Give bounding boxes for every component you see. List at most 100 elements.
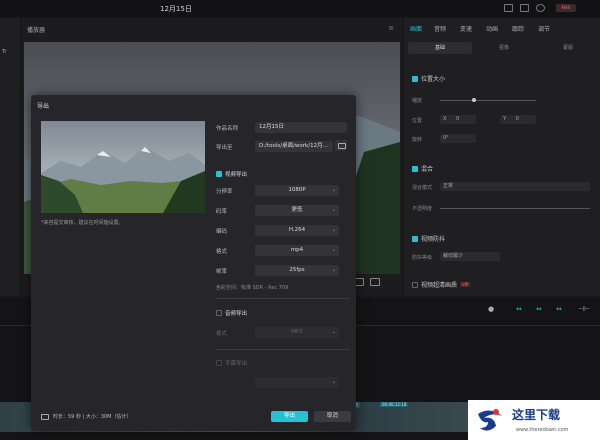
scale-slider-handle[interactable]	[472, 98, 476, 102]
stabilize-section[interactable]: 视频防抖	[412, 234, 445, 243]
format-value: mp4	[290, 247, 304, 253]
export-button[interactable]: 导出	[271, 411, 308, 422]
rotate-label: 旋转	[412, 137, 423, 143]
blend-mode-label: 混合模式	[412, 185, 433, 191]
tab-adjust[interactable]: 调节	[538, 24, 550, 33]
microphone-icon[interactable]: ●	[488, 305, 494, 313]
bitrate-select[interactable]: 更低 ⌄	[255, 205, 339, 216]
screen-icon[interactable]	[520, 4, 529, 12]
chevron-down-icon: ⌄	[331, 207, 336, 213]
ratio-icon[interactable]	[370, 278, 380, 286]
position-y-label: Y	[503, 116, 507, 122]
subtitle-export-label: 字幕导出	[225, 361, 248, 367]
tab-animation[interactable]: 动画	[486, 24, 498, 33]
export-dialog-title: 导出	[37, 103, 50, 110]
link-icon[interactable]: ⇔	[516, 305, 522, 313]
watermark-logo	[478, 409, 502, 431]
tab-audio[interactable]: 音频	[434, 24, 446, 33]
position-x-value: 0	[456, 116, 460, 122]
tab-picture[interactable]: 画面	[410, 24, 422, 33]
watermark-url: www.theredown.com	[516, 427, 569, 433]
subtitle-export-toggle[interactable]: 字幕导出	[216, 359, 247, 367]
subtab-mask[interactable]: 蒙版	[536, 42, 600, 54]
stabilize-checkbox[interactable]	[412, 235, 418, 242]
divider	[216, 298, 350, 299]
video-export-toggle[interactable]: 视频导出	[216, 170, 247, 178]
window-title: 12月15日	[160, 5, 192, 13]
export-footer: 时长：59 秒 | 大小：30M（估计）	[41, 413, 132, 420]
video-export-label: 视频导出	[225, 172, 248, 178]
opacity-label: 不透明度	[412, 206, 433, 212]
bitrate-value: 更低	[291, 207, 303, 213]
rotate-input[interactable]: 0°	[440, 134, 476, 143]
chevron-down-icon: ⌄	[331, 227, 336, 233]
export-thumbnail	[41, 121, 205, 213]
stabilize-level-select[interactable]: 裁切最少	[440, 252, 500, 261]
position-size-checkbox[interactable]	[412, 75, 418, 82]
codec-select[interactable]: H.264 ⌄	[255, 225, 339, 236]
video-export-checkbox[interactable]	[216, 171, 222, 177]
codec-value: H.264	[288, 227, 306, 233]
split-icon[interactable]: ⊣⊢	[578, 305, 590, 313]
player-title: 播放器	[27, 27, 46, 34]
watermark-name: 这里下载	[512, 408, 561, 422]
position-y-input[interactable]: Y 0	[500, 115, 536, 124]
stabilize-level-value: 裁切最少	[443, 253, 464, 259]
landscape-thumbnail	[41, 121, 205, 213]
settings-icon[interactable]	[536, 4, 545, 12]
format-label: 格式	[216, 249, 228, 255]
path-input[interactable]: D:/tools/桌面/work/12月...	[255, 141, 333, 152]
stabilize-label: 视频防抖	[421, 236, 446, 243]
properties-tabs: 画面 音频 变速 动画 跟踪 调节	[404, 22, 600, 34]
subtab-basic[interactable]: 基础	[408, 42, 472, 54]
menu-icon[interactable]: ≡	[388, 24, 394, 32]
name-input[interactable]: 12月15日	[255, 122, 347, 133]
folder-icon[interactable]	[335, 140, 347, 151]
cancel-button[interactable]: 取消	[314, 411, 351, 422]
resolution-select[interactable]: 1080P ⌄	[255, 185, 339, 196]
blend-mode-select[interactable]: 正常	[440, 182, 590, 191]
position-x-input[interactable]: X 0	[440, 115, 476, 124]
text-tool-icon[interactable]: Tr	[2, 49, 6, 55]
super-res-section[interactable]: 视频超清画质 VIP	[412, 280, 471, 289]
vip-tag: VIP	[460, 282, 471, 287]
scale-slider[interactable]	[440, 100, 536, 101]
blend-checkbox[interactable]	[412, 165, 418, 172]
title-bar: 12月15日 MAX	[0, 0, 600, 17]
resolution-label: 分辨率	[216, 189, 233, 195]
vip-badge[interactable]: MAX	[556, 4, 576, 12]
blend-section[interactable]: 混合	[412, 164, 433, 173]
position-label: 位置	[412, 118, 423, 124]
export-note: *来自提交审核，建议在时间轴设置。	[41, 220, 124, 226]
divider	[216, 349, 350, 350]
audio-export-label: 音频导出	[225, 311, 248, 317]
audio-export-toggle[interactable]: 音频导出	[216, 309, 247, 317]
bitrate-label: 码率	[216, 209, 228, 215]
audio-format-select[interactable]: MP3 ⌄	[255, 327, 339, 338]
chevron-down-icon: ⌄	[331, 379, 336, 385]
blend-label: 混合	[421, 166, 434, 173]
tab-speed[interactable]: 变速	[460, 24, 472, 33]
name-label: 作品名称	[216, 126, 239, 132]
opacity-slider[interactable]	[440, 208, 590, 209]
subtab-keying[interactable]: 抠像	[472, 42, 536, 54]
position-x-label: X	[443, 116, 447, 122]
audio-export-checkbox[interactable]	[216, 310, 222, 316]
format-select[interactable]: mp4 ⌄	[255, 245, 339, 256]
subtitle-export-checkbox[interactable]	[216, 360, 222, 366]
chevron-down-icon: ⌄	[331, 267, 336, 273]
position-size-section[interactable]: 位置大小	[412, 74, 445, 83]
blend-mode-value: 正常	[443, 183, 454, 189]
tab-tracking[interactable]: 跟踪	[512, 24, 524, 33]
super-res-checkbox[interactable]	[412, 281, 418, 288]
preview-axis-icon[interactable]: ⇔	[556, 305, 562, 313]
stabilize-level-label: 防抖等级	[412, 255, 433, 261]
snap-icon[interactable]: ⇔	[536, 305, 542, 313]
chevron-down-icon: ⌄	[331, 187, 336, 193]
subtitle-format-select[interactable]: ⌄	[255, 377, 339, 388]
layout-icon[interactable]	[504, 4, 513, 12]
super-res-label: 视频超清画质	[421, 282, 458, 289]
fps-select[interactable]: 25fps ⌄	[255, 265, 339, 276]
chevron-down-icon: ⌄	[331, 329, 336, 335]
export-duration-size: 时长：59 秒 | 大小：30M（估计）	[53, 414, 132, 420]
